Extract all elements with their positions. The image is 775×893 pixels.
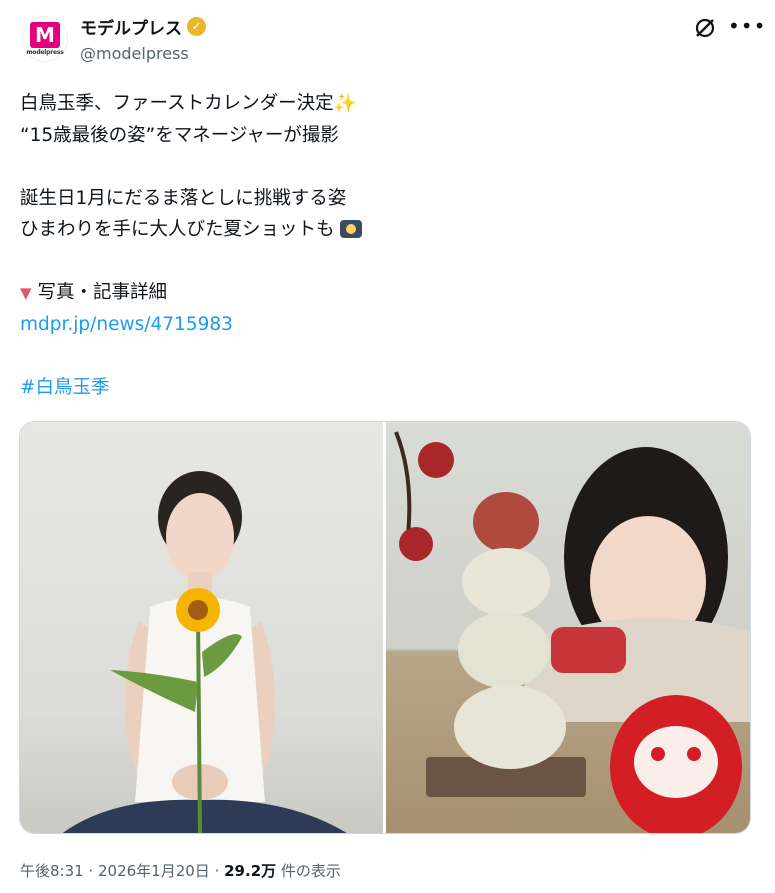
photo-daruma-otoshi[interactable] [386,422,750,833]
media-grid [19,421,751,834]
avatar-caption: modelpress [26,49,64,56]
text-line-5: ▼ 写真・記事詳細 [20,282,167,303]
text-line-3: 誕生日1月にだるま落としに挑戦する姿 [20,187,347,209]
sparkles-icon: ✨ [333,93,357,114]
verified-badge-icon[interactable]: ✓ [187,17,206,36]
article-link[interactable]: mdpr.jp/news/4715983 [20,309,755,341]
tweet: M modelpress モデルプレス ✓ @modelpress ••• 白鳥… [0,0,775,893]
view-suffix: 件の表示 [276,862,341,880]
tweet-text: 白鳥玉季、ファーストカレンダー決定✨ “15歳最後の姿”をマネージャーが撮影 誕… [20,88,755,403]
text-line-4: ひまわりを手に大人びた夏ショットも [20,214,755,246]
view-count: 29.2万 [224,862,277,880]
down-triangle-icon: ▼ [20,284,32,302]
text-line-2: “15歳最後の姿”をマネージャーが撮影 [20,124,339,146]
tweet-meta: 午後8:31 · 2026年1月20日 · 29.2万 件の表示 [20,862,341,880]
grok-icon[interactable] [693,16,717,40]
post-time[interactable]: 午後8:31 [20,862,84,880]
daruma-illustration [394,431,750,833]
handle[interactable]: @modelpress [80,44,189,63]
author-name-row: モデルプレス ✓ [80,14,206,39]
sunflower-illustration [62,471,347,833]
more-icon[interactable]: ••• [728,14,766,38]
text-line-1: 白鳥玉季、ファーストカレンダー決定✨ [20,93,357,114]
camera-flash-icon [340,220,363,238]
display-name[interactable]: モデルプレス [80,14,182,39]
avatar[interactable]: M modelpress [22,16,68,62]
hashtag-link[interactable]: #白鳥玉季 [20,372,755,404]
avatar-logo: M [30,22,60,48]
post-date[interactable]: 2026年1月20日 [98,862,210,880]
photo-sunflower[interactable] [20,422,383,833]
